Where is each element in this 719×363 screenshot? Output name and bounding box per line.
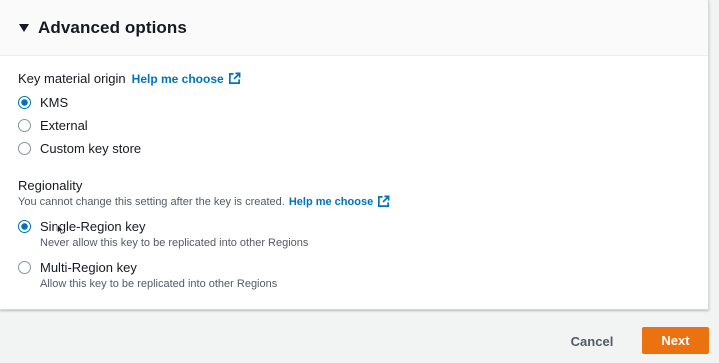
radio-option-external[interactable]: External	[18, 118, 88, 133]
radio-label-custom-key-store[interactable]: Custom key store	[40, 141, 141, 156]
regionality-label: Regionality	[18, 178, 83, 193]
advanced-options-header[interactable]: Advanced options	[0, 0, 708, 56]
next-button[interactable]: Next	[642, 327, 709, 354]
external-link-icon	[228, 72, 241, 84]
regionality-note-row: You cannot change this setting after the…	[18, 195, 390, 208]
regionality-help-link[interactable]: Help me choose	[289, 195, 390, 208]
radio-label-single-region[interactable]: Single-Region key	[40, 219, 308, 234]
radio-option-multi-region[interactable]: Multi-Region key Allow this key to be re…	[18, 260, 277, 291]
caret-down-icon[interactable]	[19, 24, 29, 32]
key-material-origin-label: Key material origin	[18, 71, 126, 86]
radio-single-region[interactable]	[18, 220, 31, 233]
single-region-text: Single-Region key Never allow this key t…	[40, 219, 308, 250]
help-link-text[interactable]: Help me choose	[289, 196, 373, 208]
radio-label-external[interactable]: External	[40, 118, 88, 133]
external-link-icon	[378, 195, 390, 207]
mouse-cursor-icon	[57, 224, 64, 235]
radio-external[interactable]	[18, 119, 31, 132]
multi-region-description: Allow this key to be replicated into oth…	[40, 278, 278, 290]
key-material-help-link[interactable]: Help me choose	[132, 72, 241, 86]
help-link-text[interactable]: Help me choose	[132, 72, 224, 86]
single-region-description: Never allow this key to be replicated in…	[40, 237, 309, 249]
cancel-button[interactable]: Cancel	[555, 328, 629, 354]
advanced-options-panel: Advanced options Key material origin Hel…	[0, 0, 709, 310]
multi-region-text: Multi-Region key Allow this key to be re…	[40, 260, 277, 291]
radio-label-multi-region[interactable]: Multi-Region key	[40, 260, 277, 275]
radio-kms[interactable]	[18, 96, 31, 109]
radio-multi-region[interactable]	[18, 261, 31, 274]
radio-custom-key-store[interactable]	[18, 142, 31, 155]
radio-option-custom-key-store[interactable]: Custom key store	[18, 141, 141, 156]
panel-title: Advanced options	[38, 17, 187, 37]
key-material-origin-group: Key material origin Help me choose	[18, 71, 241, 86]
radio-label-kms[interactable]: KMS	[40, 95, 68, 110]
regionality-note: You cannot change this setting after the…	[18, 195, 285, 208]
radio-option-kms[interactable]: KMS	[18, 95, 68, 110]
